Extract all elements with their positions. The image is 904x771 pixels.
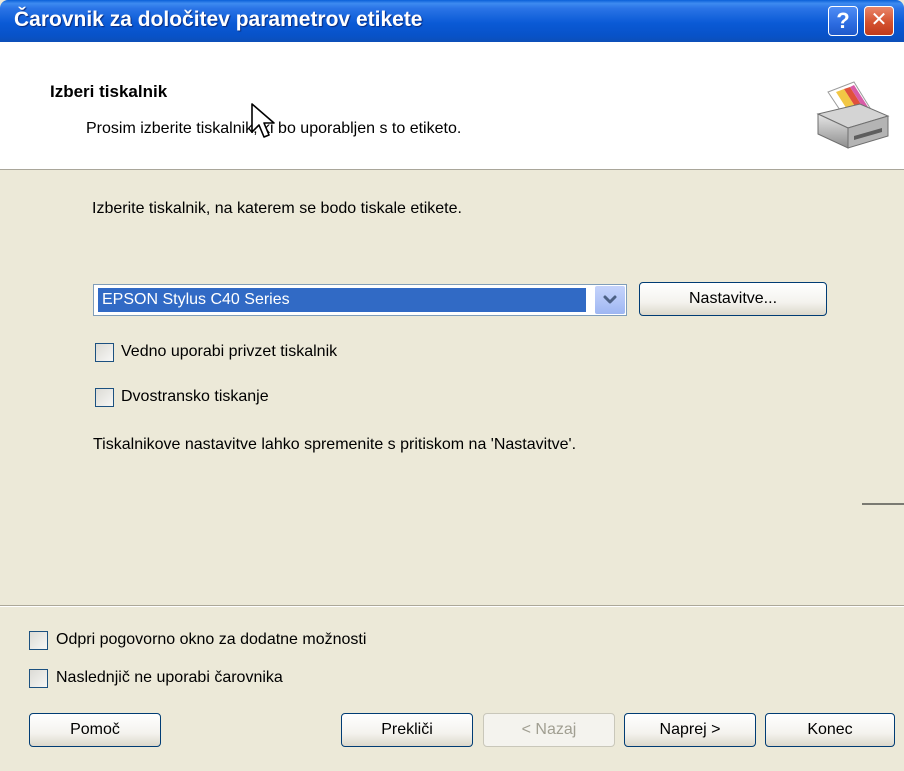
cancel-button[interactable]: Prekliči [341,713,473,747]
default-printer-checkbox[interactable] [95,343,114,362]
chevron-down-icon [603,295,617,304]
dropdown-arrow-button[interactable] [595,286,625,314]
help-button[interactable]: Pomoč [29,713,161,747]
page-title: Izberi tiskalnik [50,82,168,101]
finish-button[interactable]: Konec [765,713,895,747]
back-button[interactable]: < Nazaj [483,713,615,747]
title-bar[interactable]: Čarovnik za določitev parametrov etikete… [0,0,904,42]
printer-select-value: EPSON Stylus C40 Series [98,288,586,312]
mouse-cursor-icon [251,103,275,138]
printer-select[interactable]: EPSON Stylus C40 Series [93,284,627,316]
skip-wizard-label[interactable]: Naslednjič ne uporabi čarovnika [56,669,283,687]
wizard-window: Čarovnik za določitev parametrov etikete… [0,0,904,771]
window-title: Čarovnik za določitev parametrov etikete [14,8,423,31]
footer-divider [0,605,904,607]
duplex-checkbox[interactable] [95,388,114,407]
settings-button[interactable]: Nastavitve... [639,282,827,316]
help-title-button[interactable]: ? [828,6,858,36]
instruction-text: Izberite tiskalnik, na katerem se bodo t… [92,200,462,217]
default-printer-label[interactable]: Vedno uporabi privzet tiskalnik [121,343,337,361]
printer-icon [816,81,890,149]
more-options-label[interactable]: Odpri pogovorno okno za dodatne možnosti [56,631,366,649]
skip-wizard-checkbox[interactable] [29,669,48,688]
wizard-header: Izberi tiskalnik Prosim izberite tiskaln… [0,42,904,170]
duplex-label[interactable]: Dvostransko tiskanje [121,388,269,406]
more-options-checkbox[interactable] [29,631,48,650]
edge-line [862,503,904,505]
next-button[interactable]: Naprej > [624,713,756,747]
settings-note: Tiskalnikove nastavitve lahko spremenite… [93,436,577,453]
close-button[interactable]: ✕ [864,6,894,36]
